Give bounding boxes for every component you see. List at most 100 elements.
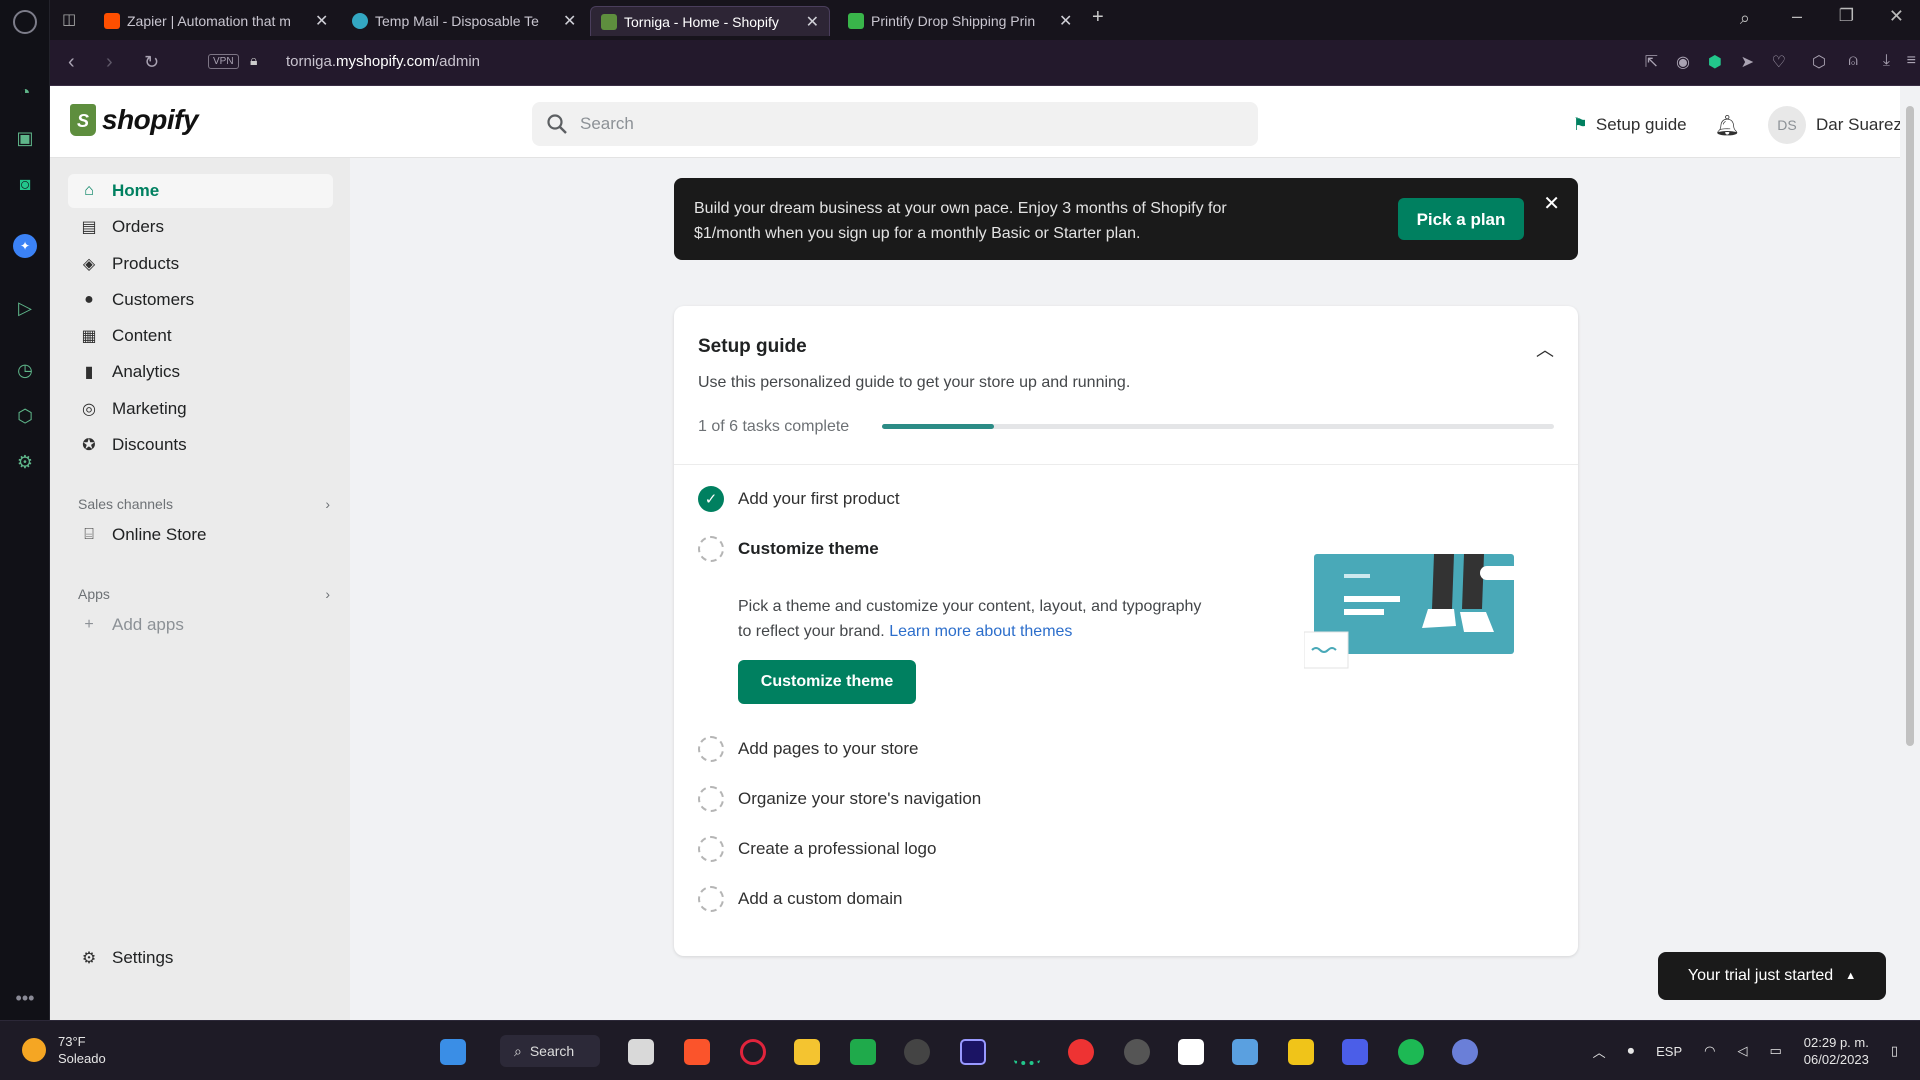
url-field[interactable]: torniga.myshopify.com/admin [286, 53, 480, 70]
share-icon[interactable]: ⇱ [1645, 52, 1658, 72]
task-create-logo[interactable]: Create a professional logo [698, 836, 936, 862]
chevron-up-icon[interactable]: ︿ [1593, 1042, 1606, 1061]
excel-icon[interactable] [850, 1039, 876, 1065]
setup-guide-link[interactable]: ⚑ Setup guide [1573, 115, 1687, 135]
capcut-icon[interactable] [1178, 1039, 1204, 1065]
download-icon[interactable]: ⤓ [1883, 52, 1890, 70]
user-menu[interactable]: DS Dar Suarez [1768, 106, 1902, 144]
opera-menu-icon[interactable] [13, 10, 37, 34]
history-icon[interactable]: ◷ [13, 358, 37, 382]
tab-zapier[interactable]: Zapier | Automation that m ✕ [94, 6, 338, 36]
more-icon[interactable]: ••• [13, 986, 37, 1010]
obs-icon[interactable] [904, 1039, 930, 1065]
wifi-icon[interactable]: ◠ [1704, 1043, 1715, 1059]
tab-printify[interactable]: Printify Drop Shipping Prin ✕ [838, 6, 1082, 36]
battery-icon[interactable]: ▭ [1769, 1043, 1781, 1059]
heart-icon[interactable]: ♡ [1772, 52, 1786, 72]
sidebar-item-analytics[interactable]: ▮ Analytics [68, 355, 333, 389]
tab-temp-mail[interactable]: Temp Mail - Disposable Te ✕ [342, 6, 586, 36]
app-icon[interactable] [1014, 1039, 1040, 1065]
clock[interactable]: 02:29 p. m. 06/02/2023 [1804, 1034, 1869, 1068]
task-add-pages[interactable]: Add pages to your store [698, 736, 919, 762]
cube-icon[interactable]: ⬡ [1812, 52, 1826, 72]
sidebar-item-settings[interactable]: ⚙ Settings [68, 941, 333, 975]
search-input[interactable]: Search [532, 102, 1258, 146]
sales-channels-section[interactable]: Sales channels › [78, 496, 330, 512]
language-indicator[interactable]: ESP [1656, 1044, 1682, 1059]
forward-icon[interactable]: › [106, 51, 113, 74]
sidebar-item-home[interactable]: ⌂ Home [68, 174, 333, 208]
store-icon[interactable] [1288, 1039, 1314, 1065]
restore-icon[interactable]: ❐ [1839, 6, 1854, 26]
premiere-icon[interactable] [960, 1039, 986, 1065]
affinity-icon[interactable] [1342, 1039, 1368, 1065]
task-view-icon[interactable] [628, 1039, 654, 1065]
pick-plan-button[interactable]: Pick a plan [1398, 198, 1524, 240]
davinci-icon[interactable] [1068, 1039, 1094, 1065]
shopping-icon[interactable]: ▣ [13, 126, 37, 150]
folder-icon[interactable] [794, 1039, 820, 1065]
chevron-up-icon[interactable]: ︿ [1536, 336, 1554, 362]
task-customize-theme[interactable]: Customize theme [698, 536, 879, 562]
mail-icon[interactable] [1232, 1039, 1258, 1065]
messenger-icon[interactable]: ✦ [13, 234, 37, 258]
sidebar-item-products[interactable]: ◈ Products [68, 247, 333, 281]
sidebar-item-customers[interactable]: ● Customers [68, 283, 333, 317]
sidebar-item-content[interactable]: ▦ Content [68, 319, 333, 353]
learn-more-link[interactable]: Learn more about themes [889, 623, 1072, 640]
trial-button[interactable]: Your trial just started ▲ [1658, 952, 1886, 1000]
taskbar-search[interactable]: ⌕ Search [500, 1035, 600, 1067]
chrome-icon[interactable] [1124, 1039, 1150, 1065]
customize-theme-button[interactable]: Customize theme [738, 660, 916, 704]
sidebar-item-marketing[interactable]: ◎ Marketing [68, 392, 333, 426]
sidebar-item-online-store[interactable]: ⌸ Online Store [68, 518, 333, 552]
task-organize-navigation[interactable]: Organize your store's navigation [698, 786, 981, 812]
apps-section[interactable]: Apps › [78, 586, 330, 602]
settings-icon[interactable] [1452, 1039, 1478, 1065]
reload-icon[interactable]: ↻ [144, 52, 159, 73]
vpn-badge[interactable]: VPN [208, 54, 239, 69]
minimize-icon[interactable]: – [1792, 6, 1802, 27]
microphone-icon[interactable]: ⏺ [1628, 1043, 1635, 1059]
tab-shopify[interactable]: Torniga - Home - Shopify ✕ [590, 6, 830, 36]
shield-icon[interactable]: ⬢ [1708, 52, 1722, 72]
notification-icon[interactable]: ▯ [1891, 1043, 1898, 1059]
shopify-bag-icon [70, 104, 96, 136]
task-add-product[interactable]: ✓ Add your first product [698, 486, 900, 512]
spotify-icon[interactable] [1398, 1039, 1424, 1065]
avatar: DS [1768, 106, 1807, 144]
close-icon[interactable]: ✕ [1543, 192, 1560, 217]
close-window-icon[interactable]: ✕ [1889, 6, 1904, 27]
close-icon[interactable]: ✕ [806, 12, 819, 32]
start-icon[interactable] [440, 1039, 466, 1065]
sidebar-item-orders[interactable]: ▤ Orders [68, 210, 333, 244]
opera-icon[interactable] [740, 1039, 766, 1065]
player-icon[interactable]: ▷ [13, 296, 37, 320]
sidebar-item-discounts[interactable]: ✪ Discounts [68, 428, 333, 462]
new-tab-button[interactable]: + [1092, 6, 1104, 29]
sidebar-item-add-apps[interactable]: + Add apps [68, 608, 333, 642]
whatsapp-icon[interactable]: ◙ [13, 172, 37, 196]
shopify-logo[interactable]: shopify [70, 104, 199, 136]
send-icon[interactable]: ➤ [1741, 52, 1754, 72]
scrollbar-thumb[interactable] [1906, 106, 1914, 746]
extensions-icon[interactable]: ⬡ [13, 404, 37, 428]
volume-icon[interactable]: ◁ [1737, 1043, 1747, 1059]
profile-icon[interactable]: ⍝ [1848, 52, 1858, 70]
scrollbar[interactable] [1900, 86, 1920, 1020]
camera-icon[interactable]: ◉ [1676, 52, 1690, 72]
workspace-icon[interactable]: ◫ [62, 10, 76, 28]
store-icon: ⌸ [84, 526, 94, 543]
close-icon[interactable]: ✕ [1059, 11, 1072, 31]
task-custom-domain[interactable]: Add a custom domain [698, 886, 902, 912]
brave-icon[interactable] [684, 1039, 710, 1065]
weather-widget[interactable]: 73°F Soleado [22, 1033, 106, 1067]
bell-icon[interactable]: 🔔︎ [1715, 113, 1740, 138]
easy-setup-icon[interactable]: ≡ [1907, 52, 1916, 70]
close-icon[interactable]: ✕ [563, 11, 576, 31]
settings-gear-icon[interactable]: ⚙ [13, 450, 37, 474]
tab-search-icon[interactable]: ⌕ [1740, 8, 1750, 29]
back-icon[interactable]: ‹ [68, 51, 75, 74]
close-icon[interactable]: ✕ [315, 11, 328, 31]
speed-dial-icon[interactable]: ◔ [13, 80, 37, 104]
